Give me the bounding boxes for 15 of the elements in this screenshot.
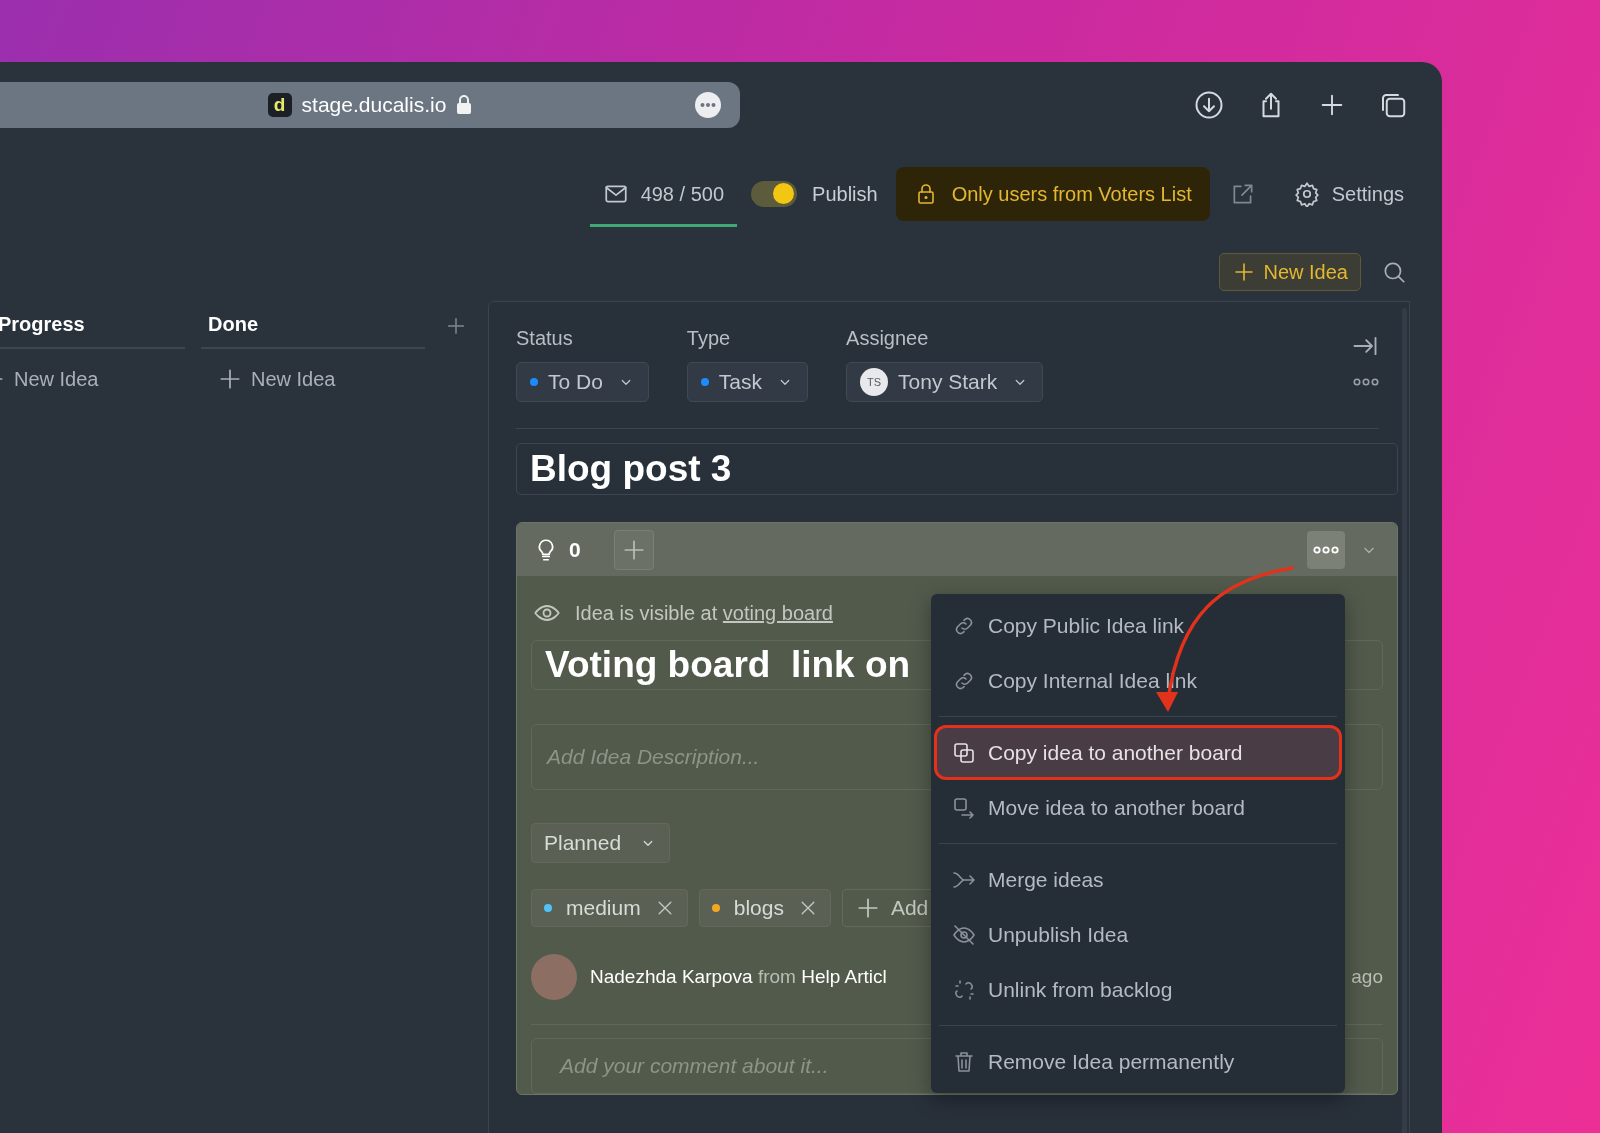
author-line: Nadezhda Karpova from Help Articl <box>590 964 887 989</box>
comment-time: ago <box>1351 964 1383 989</box>
publish-label: Publish <box>812 181 878 207</box>
column-header: Progress <box>0 301 185 349</box>
column-header: Done <box>201 301 425 349</box>
vote-count: 0 <box>569 536 581 563</box>
field-label: Assignee <box>846 326 930 350</box>
assignee-avatar: TS <box>860 368 889 396</box>
field-label: Status <box>516 326 574 350</box>
url-text: stage.ducalis.io <box>301 91 447 118</box>
access-text: Only users from Voters List <box>951 181 1192 207</box>
email-count: 498 / 500 <box>640 181 725 207</box>
visibility-text: Idea is visible at voting board <box>575 601 833 626</box>
field-label: Type <box>686 326 732 350</box>
site-favicon: d <box>267 92 292 117</box>
